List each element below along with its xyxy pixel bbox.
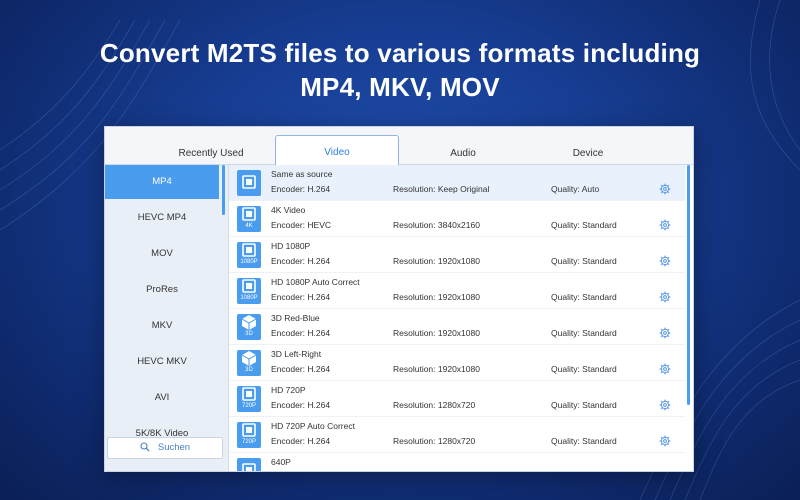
category-tabs: Recently Used Video Audio Device: [105, 127, 693, 166]
preset-name: HD 1080P: [271, 241, 311, 251]
preset-quality: Quality: Standard: [551, 256, 617, 266]
preset-row[interactable]: 720P HD 720P Auto Correct Encoder: H.264 Re…: [229, 417, 685, 453]
preset-badge: 1080P: [240, 259, 258, 265]
film-icon: [237, 458, 261, 471]
cube-icon: 3D: [237, 314, 261, 340]
format-sidebar: MP4 HEVC MP4 MOV ProRes MKV HEVC MKV AVI…: [105, 165, 229, 471]
preset-resolution: Resolution: Keep Original: [393, 184, 490, 194]
format-picker-window: Recently Used Video Audio Device MP4 HEV…: [104, 126, 694, 472]
preset-badge: 1080P: [240, 295, 258, 301]
preset-row[interactable]: 720P HD 720P Encoder: H.264 Resolution: 128…: [229, 381, 685, 417]
film-icon: 1080P: [237, 242, 261, 268]
headline-line-2: MP4, MKV, MOV: [300, 72, 500, 102]
film-icon: 1080P: [237, 278, 261, 304]
preset-name: 3D Red-Blue: [271, 313, 320, 323]
gear-icon[interactable]: [659, 326, 671, 339]
film-icon: 720P: [237, 386, 261, 412]
gear-icon[interactable]: [659, 398, 671, 411]
preset-resolution: Resolution: 1280x720: [393, 436, 476, 446]
preset-name: Same as source: [271, 169, 333, 179]
headline: Convert M2TS files to various formats in…: [0, 36, 800, 104]
preset-quality: Quality: Standard: [551, 292, 617, 302]
sidebar-item-hevc-mkv[interactable]: HEVC MKV: [105, 345, 219, 379]
sidebar-item-prores[interactable]: ProRes: [105, 273, 219, 307]
search-label: Suchen: [157, 442, 191, 453]
preset-quality: Quality: Standard: [551, 220, 617, 230]
preset-row[interactable]: 4K 4K Video Encoder: HEVC Resolution: 3840x…: [229, 201, 685, 237]
preset-encoder: Encoder: H.264: [271, 364, 331, 374]
preset-name: HD 720P Auto Correct: [271, 421, 355, 431]
sidebar-item-mp4[interactable]: MP4: [105, 165, 219, 199]
film-icon: 4K: [237, 206, 261, 232]
preset-encoder: Encoder: H.264: [271, 400, 331, 410]
preset-quality: Quality: Standard: [551, 364, 617, 374]
gear-icon[interactable]: [659, 218, 671, 231]
preset-encoder: Encoder: H.264: [271, 292, 331, 302]
preset-row[interactable]: Same as source Encoder: H.264 Resolution: …: [229, 165, 685, 201]
gear-icon[interactable]: [659, 254, 671, 267]
preset-resolution: Resolution: 1920x1080: [393, 328, 480, 338]
headline-line-1: Convert M2TS files to various formats in…: [99, 38, 701, 68]
sidebar-scrollbar[interactable]: [222, 165, 225, 215]
gear-icon[interactable]: [659, 182, 671, 195]
preset-encoder: Encoder: H.264: [271, 184, 331, 194]
sidebar-item-mkv[interactable]: MKV: [105, 309, 219, 343]
preset-quality: Quality: Auto: [551, 184, 600, 194]
preset-resolution: Resolution: 1920x1080: [393, 292, 480, 302]
search-box[interactable]: Suchen: [107, 437, 223, 459]
film-icon: [237, 170, 261, 196]
preset-name: HD 1080P Auto Correct: [271, 277, 360, 287]
search-icon: [140, 442, 150, 452]
tab-device[interactable]: Device: [526, 137, 650, 165]
tab-audio[interactable]: Audio: [401, 137, 525, 165]
preset-resolution: Resolution: 1280x720: [393, 400, 476, 410]
preset-quality: Quality: Standard: [551, 328, 617, 338]
preset-name: 3D Left-Right: [271, 349, 322, 359]
gear-icon[interactable]: [659, 470, 671, 471]
tab-video[interactable]: Video: [275, 135, 399, 166]
preset-name: 640P: [271, 457, 291, 467]
preset-encoder: Encoder: H.264: [271, 256, 331, 266]
preset-encoder: Encoder: HEVC: [271, 220, 331, 230]
preset-list-scrollbar[interactable]: [687, 165, 690, 405]
preset-list: Same as source Encoder: H.264 Resolution: …: [229, 165, 693, 471]
preset-name: HD 720P: [271, 385, 306, 395]
preset-row[interactable]: 3D 3D Left-Right Encoder: H.264 Resolution:…: [229, 345, 685, 381]
gear-icon[interactable]: [659, 290, 671, 303]
preset-badge: 4K: [245, 223, 253, 229]
gear-icon[interactable]: [659, 434, 671, 447]
preset-resolution: Resolution: 1920x1080: [393, 364, 480, 374]
preset-encoder: Encoder: H.264: [271, 436, 331, 446]
preset-resolution: Resolution: 3840x2160: [393, 220, 480, 230]
preset-badge: 3D: [245, 367, 253, 373]
preset-name: 4K Video: [271, 205, 306, 215]
cube-icon: 3D: [237, 350, 261, 376]
preset-badge: 720P: [241, 403, 256, 409]
preset-row[interactable]: 640PEncoder: H.264Resolution: 960x640Qua…: [229, 453, 685, 471]
preset-row[interactable]: 3D 3D Red-Blue Encoder: H.264 Resolution: 1…: [229, 309, 685, 345]
preset-row[interactable]: 1080P HD 1080P Encoder: H.264 Resolution: 1…: [229, 237, 685, 273]
gear-icon[interactable]: [659, 362, 671, 375]
preset-quality: Quality: Standard: [551, 436, 617, 446]
preset-quality: Quality: Standard: [551, 400, 617, 410]
film-icon: 720P: [237, 422, 261, 448]
preset-row[interactable]: 1080P HD 1080P Auto Correct Encoder: H.264…: [229, 273, 685, 309]
tab-recently-used[interactable]: Recently Used: [149, 137, 273, 165]
sidebar-item-hevc-mp4[interactable]: HEVC MP4: [105, 201, 219, 235]
preset-resolution: Resolution: 1920x1080: [393, 256, 480, 266]
sidebar-item-avi[interactable]: AVI: [105, 381, 219, 415]
sidebar-item-mov[interactable]: MOV: [105, 237, 219, 271]
preset-badge: 720P: [241, 439, 256, 445]
preset-badge: 3D: [245, 331, 253, 337]
preset-encoder: Encoder: H.264: [271, 328, 331, 338]
